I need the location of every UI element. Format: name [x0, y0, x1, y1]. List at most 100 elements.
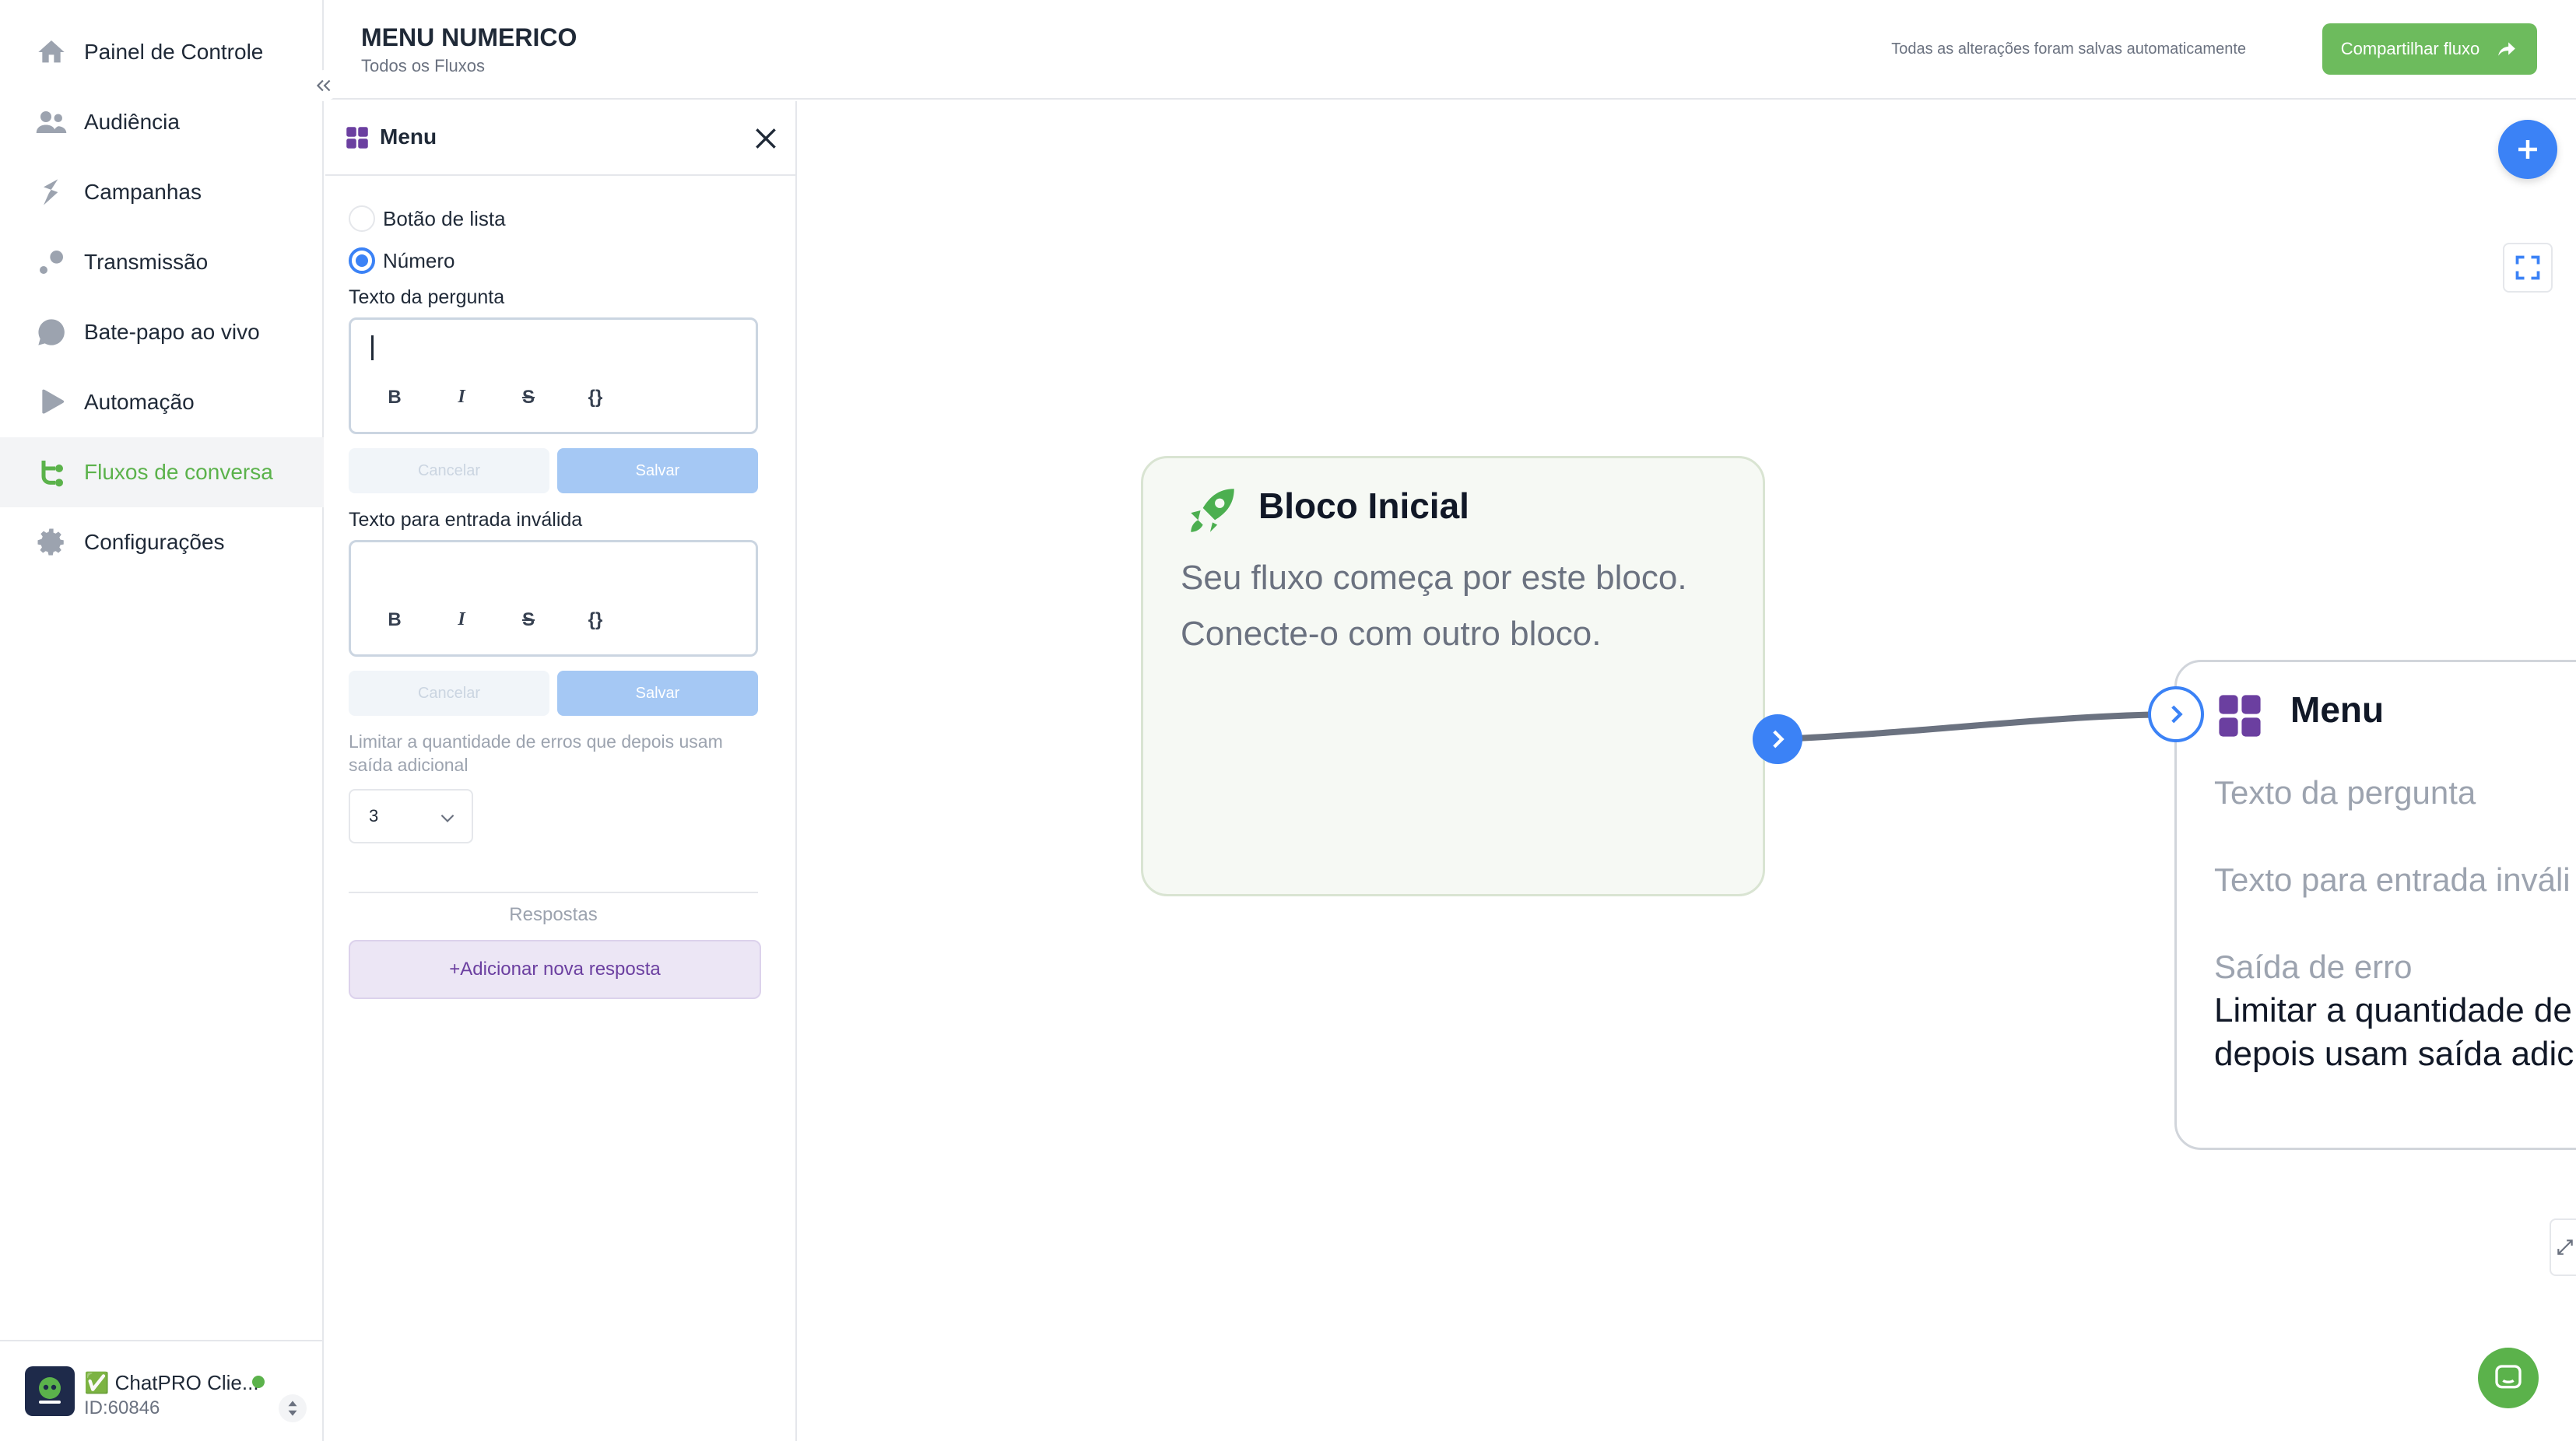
- users-icon: [34, 105, 68, 139]
- bold-button[interactable]: B: [379, 609, 410, 631]
- sidebar-item-label: Fluxos de conversa: [84, 460, 273, 484]
- strikethrough-button[interactable]: S: [513, 387, 544, 408]
- menu-block-question: Texto da pergunta: [2214, 774, 2476, 811]
- fit-view-button[interactable]: [2503, 243, 2553, 293]
- chevron-down-icon: [440, 814, 454, 822]
- option-list-button[interactable]: Botão de lista: [349, 205, 506, 232]
- support-chat-button[interactable]: [2478, 1348, 2539, 1408]
- menu-block-invalid: Texto para entrada inváli: [2214, 861, 2571, 898]
- start-block-line: Seu fluxo começa por este bloco.: [1181, 559, 1687, 597]
- autosave-status: Todas as alterações foram salvas automat…: [1891, 40, 2246, 58]
- sidebar-item-label: Bate-papo ao vivo: [84, 320, 260, 344]
- campaign-icon: [34, 175, 68, 209]
- double-chevron-left-icon: [316, 79, 331, 92]
- sidebar: Painel de Controle Audiência Campanhas T…: [0, 0, 324, 1441]
- option-number[interactable]: Número: [349, 247, 454, 274]
- start-block-title: Bloco Inicial: [1258, 486, 1469, 526]
- italic-button[interactable]: I: [446, 609, 477, 631]
- page-title: MENU NUMERICO: [361, 23, 577, 51]
- share-flow-button[interactable]: Compartilhar fluxo: [2322, 23, 2537, 75]
- menu-block-error-output: Saída de erro: [2214, 948, 2413, 985]
- breadcrumb[interactable]: Todos os Fluxos: [361, 56, 485, 76]
- flow-icon: [34, 455, 68, 489]
- divider: [349, 892, 758, 893]
- question-text-editor[interactable]: B I S {}: [349, 317, 758, 434]
- sidebar-item-label: Automação: [84, 390, 195, 414]
- menu-block-error-limit: Limitar a quantidade de depois usam saíd…: [2214, 989, 2576, 1076]
- menu-block[interactable]: Menu Texto da pergunta Texto para entrad…: [2174, 660, 2576, 1150]
- invalid-text-editor[interactable]: B I S {}: [349, 540, 758, 657]
- responses-title: Respostas: [509, 904, 598, 925]
- sidebar-item-label: Transmissão: [84, 250, 209, 274]
- error-limit-value: 3: [369, 806, 379, 826]
- sidebar-item-automation[interactable]: Automação: [0, 367, 324, 437]
- format-toolbar: B I S {}: [379, 387, 611, 408]
- sidebar-item-dashboard[interactable]: Painel de Controle: [0, 17, 324, 87]
- strikethrough-button[interactable]: S: [513, 609, 544, 631]
- italic-button[interactable]: I: [446, 387, 477, 408]
- sidebar-item-label: Campanhas: [84, 180, 202, 204]
- menu-grid-icon: [346, 127, 368, 149]
- bold-button[interactable]: B: [379, 387, 410, 408]
- sidebar-item-broadcast[interactable]: Transmissão: [0, 227, 324, 297]
- add-block-button[interactable]: [2498, 120, 2557, 179]
- option-label: Número: [383, 248, 455, 272]
- plus-icon: [2518, 140, 2537, 159]
- menu-block-limit-line: Limitar a quantidade de: [2214, 991, 2572, 1029]
- output-port[interactable]: [1753, 714, 1802, 764]
- top-header: MENU NUMERICO Todos os Fluxos Todas as a…: [325, 0, 2576, 100]
- gear-icon: [34, 525, 68, 559]
- sidebar-item-settings[interactable]: Configurações: [0, 507, 324, 577]
- panel-header: Menu: [325, 101, 797, 176]
- rocket-icon: [1191, 489, 1234, 532]
- sidebar-item-live-chat[interactable]: Bate-papo ao vivo: [0, 297, 324, 367]
- error-limit-help: Limitar a quantidade de erros que depois…: [349, 731, 723, 775]
- input-port[interactable]: [2148, 686, 2204, 742]
- side-panel-toggle[interactable]: [2550, 1218, 2576, 1276]
- error-limit-select[interactable]: 3: [349, 789, 473, 843]
- radio-number[interactable]: [349, 247, 375, 274]
- format-toolbar: B I S {}: [379, 609, 611, 631]
- add-response-button[interactable]: +Adicionar nova resposta: [349, 940, 761, 999]
- expand-icon: [2515, 255, 2540, 280]
- switch-account-icon[interactable]: [279, 1394, 307, 1422]
- sidebar-item-campaigns[interactable]: Campanhas: [0, 157, 324, 227]
- automation-icon: [34, 385, 68, 419]
- option-label: Botão de lista: [383, 206, 506, 230]
- account-switcher[interactable]: ✅ ChatPRO Clie... ID:60846: [0, 1340, 324, 1441]
- online-status-dot: [252, 1376, 265, 1388]
- chevron-right-icon: [2171, 705, 2183, 724]
- sidebar-item-label: Configurações: [84, 530, 225, 554]
- chat-bubble-icon: [2495, 1365, 2522, 1389]
- invalid-input-label: Texto para entrada inválida: [349, 509, 583, 531]
- flow-canvas[interactable]: Bloco Inicial Seu fluxo começa por este …: [798, 101, 2576, 1441]
- chat-icon: [34, 315, 68, 349]
- question-save-button[interactable]: Salvar: [557, 448, 758, 493]
- share-flow-label: Compartilhar fluxo: [2340, 39, 2480, 58]
- collapse-sidebar-button[interactable]: [308, 70, 339, 101]
- start-block-line: Conecte-o com outro bloco.: [1181, 615, 1602, 653]
- broadcast-icon: [34, 245, 68, 279]
- radio-list-button[interactable]: [349, 205, 375, 232]
- question-label: Texto da pergunta: [349, 286, 505, 308]
- question-cancel-button[interactable]: Cancelar: [349, 448, 549, 493]
- block-editor-panel: Menu Botão de lista Número Texto da perg…: [325, 101, 797, 1441]
- menu-block-limit-line: depois usam saída adic: [2214, 1035, 2574, 1073]
- chevron-right-icon: [1773, 730, 1785, 749]
- collapse-diagonal-icon: [2557, 1239, 2573, 1255]
- home-icon: [34, 35, 68, 69]
- account-name: ✅ ChatPRO Clie...: [84, 1371, 259, 1394]
- panel-title: Menu: [380, 124, 437, 149]
- invalid-cancel-button[interactable]: Cancelar: [349, 671, 549, 716]
- sidebar-item-audience[interactable]: Audiência: [0, 87, 324, 157]
- invalid-save-button[interactable]: Salvar: [557, 671, 758, 716]
- variable-button[interactable]: {}: [580, 609, 611, 631]
- sidebar-item-flows[interactable]: Fluxos de conversa: [0, 437, 324, 507]
- start-block[interactable]: Bloco Inicial Seu fluxo começa por este …: [1141, 456, 1765, 896]
- share-arrow-icon: [2498, 42, 2516, 56]
- menu-grid-icon: [2219, 695, 2261, 737]
- variable-button[interactable]: {}: [580, 387, 611, 408]
- menu-block-title: Menu: [2290, 689, 2385, 730]
- avatar: [25, 1366, 75, 1416]
- close-icon[interactable]: [750, 123, 781, 154]
